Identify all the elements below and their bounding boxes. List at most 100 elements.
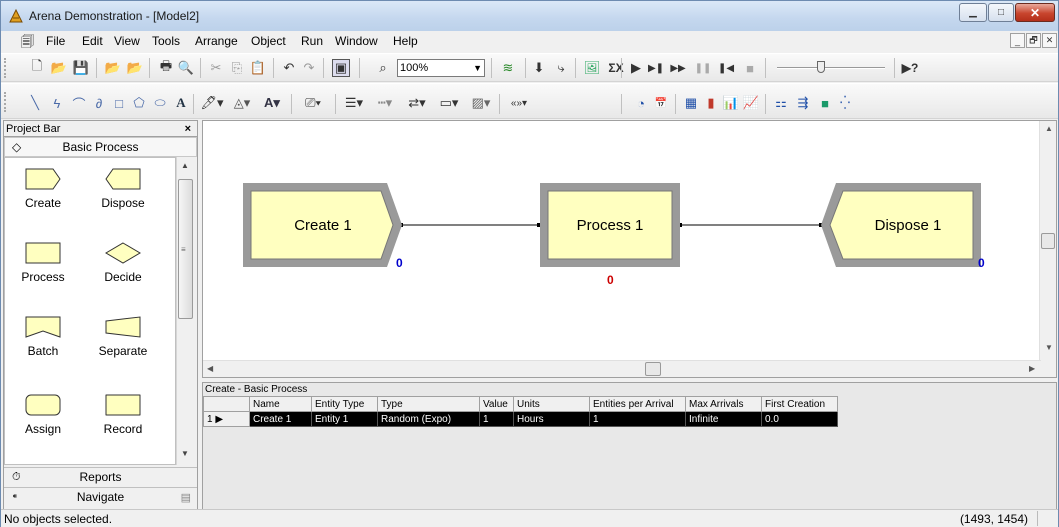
resource-icon[interactable]: ■: [817, 94, 833, 112]
run-fast-forward-icon[interactable]: ▶▶: [670, 59, 685, 77]
menu-run[interactable]: Run: [301, 34, 323, 48]
mdi-restore-button[interactable]: 🗗: [1026, 33, 1041, 48]
module-record[interactable]: Record: [88, 394, 158, 436]
cell-name[interactable]: Create 1: [249, 411, 312, 427]
panel-basic-process[interactable]: ◇ Basic Process: [4, 137, 197, 157]
box-icon[interactable]: □: [111, 94, 127, 112]
line-style-icon[interactable]: ┅▾: [371, 94, 399, 112]
navigate-view-icon[interactable]: ▤: [181, 489, 191, 508]
mdi-minimize-button[interactable]: _: [1010, 33, 1025, 48]
scroll-down-icon[interactable]: ▼: [181, 449, 189, 458]
bezier-icon[interactable]: ∂: [91, 94, 107, 112]
menu-edit[interactable]: Edit: [82, 34, 103, 48]
minimize-button[interactable]: ▁: [959, 3, 987, 22]
run-end-icon[interactable]: ■: [743, 59, 757, 77]
vertical-scroll-thumb[interactable]: [1041, 233, 1055, 249]
column-header[interactable]: Value: [479, 396, 514, 412]
save-icon[interactable]: 💾: [73, 59, 89, 77]
layers-stack-icon[interactable]: ≋: [499, 59, 517, 77]
scroll-left-icon[interactable]: ◀: [207, 364, 213, 373]
connect-icon[interactable]: ⤷: [553, 59, 569, 77]
polygon-icon[interactable]: ⬠: [131, 94, 147, 112]
table-row[interactable]: 1 ▶ Create 1 Entity 1 Random (Expo) 1 Ho…: [203, 411, 838, 427]
canvas-horizontal-scrollbar[interactable]: ◀ ▶: [203, 360, 1041, 377]
column-header[interactable]: Type: [377, 396, 480, 412]
run-step-icon[interactable]: ▶❚: [648, 59, 664, 77]
template-detach-icon[interactable]: 📂: [127, 59, 143, 77]
open-folder-icon[interactable]: 📂: [51, 59, 67, 77]
text-color-icon[interactable]: A▾: [259, 94, 285, 112]
menu-window[interactable]: Window: [335, 34, 378, 48]
copy-icon[interactable]: ⎘: [229, 59, 245, 77]
cell-entity-type[interactable]: Entity 1: [311, 411, 378, 427]
paste-icon[interactable]: 📋: [250, 59, 266, 77]
module-separate[interactable]: Separate: [88, 316, 158, 358]
line-width-icon[interactable]: ☰▾: [341, 94, 367, 112]
global-picture-icon[interactable]: ⁛: [837, 94, 853, 112]
plot-icon[interactable]: 📈: [743, 94, 759, 112]
window-background-color-icon[interactable]: ⎚▾: [299, 94, 327, 112]
run-pause-icon[interactable]: ❚❚: [695, 59, 712, 77]
fill-color-icon[interactable]: ◬▾: [229, 94, 255, 112]
cell-entities-per-arrival[interactable]: 1: [589, 411, 686, 427]
corner-cell[interactable]: [203, 396, 250, 412]
model-canvas[interactable]: Create 1 Process 1 Dispose 1 0 0 0 ▲ ▼ ◀…: [202, 120, 1057, 378]
variable-icon[interactable]: ▦: [683, 94, 699, 112]
module-create[interactable]: Create: [8, 168, 78, 210]
toolbar-grip[interactable]: [4, 92, 8, 112]
cell-first-creation[interactable]: 0.0: [761, 411, 838, 427]
menu-view[interactable]: View: [114, 34, 140, 48]
zoom-select[interactable]: 100% ▼: [397, 59, 485, 77]
module-dispose[interactable]: Dispose: [88, 168, 158, 210]
module-decide[interactable]: Decide: [88, 242, 158, 284]
animation-speed-slider[interactable]: [777, 61, 885, 75]
zoom-icon[interactable]: ⌕: [375, 59, 391, 77]
layers-icon[interactable]: ▣: [332, 59, 350, 77]
queue-icon[interactable]: ⚏: [773, 94, 789, 112]
cell-type[interactable]: Random (Expo): [377, 411, 480, 427]
panel-reports[interactable]: ⏱ Reports: [4, 467, 197, 487]
module-assign[interactable]: Assign: [8, 394, 78, 436]
fill-pattern-icon[interactable]: ▨▾: [467, 94, 495, 112]
script-icon[interactable]: ΣX: [605, 59, 627, 77]
line-pattern-icon[interactable]: ▭▾: [435, 94, 463, 112]
canvas-vertical-scrollbar[interactable]: ▲ ▼: [1039, 121, 1056, 377]
submodel-down-icon[interactable]: ⬇: [531, 59, 547, 77]
line-icon[interactable]: ╲: [27, 94, 43, 112]
text-icon[interactable]: A: [173, 94, 189, 112]
maximize-button[interactable]: □: [988, 3, 1014, 22]
print-icon[interactable]: 🖶: [158, 58, 174, 77]
column-header[interactable]: Max Arrivals: [685, 396, 762, 412]
palette-scrollbar[interactable]: ▲ ≡ ▼: [176, 157, 194, 465]
new-file-icon[interactable]: 🗋: [29, 58, 45, 77]
menu-file[interactable]: File: [46, 34, 65, 48]
show-dimensions-icon[interactable]: «»▾: [505, 94, 533, 112]
cell-units[interactable]: Hours: [513, 411, 590, 427]
horizontal-scroll-thumb[interactable]: [645, 362, 661, 376]
undo-icon[interactable]: ↶: [281, 59, 297, 77]
close-button[interactable]: ✕: [1015, 3, 1055, 22]
cell-max-arrivals[interactable]: Infinite: [685, 411, 762, 427]
scroll-up-icon[interactable]: ▲: [181, 161, 189, 170]
menu-tools[interactable]: Tools: [152, 34, 180, 48]
menu-arrange[interactable]: Arrange: [195, 34, 238, 48]
toolbar-grip[interactable]: [4, 58, 8, 78]
polyline-icon[interactable]: ϟ: [49, 94, 65, 112]
redo-icon[interactable]: ↷: [301, 59, 317, 77]
level-icon[interactable]: ▮: [703, 94, 719, 112]
histogram-icon[interactable]: 📊: [723, 94, 739, 112]
arrow-style-icon[interactable]: ⇄▾: [403, 94, 431, 112]
run-go-icon[interactable]: ▶: [629, 59, 643, 77]
scroll-right-icon[interactable]: ▶: [1029, 364, 1035, 373]
ellipse-icon[interactable]: ⬭: [152, 94, 168, 112]
scroll-down-icon[interactable]: ▼: [1045, 343, 1053, 352]
context-help-icon[interactable]: ▶?: [901, 59, 919, 77]
column-header[interactable]: Name: [249, 396, 312, 412]
module-process[interactable]: Process: [8, 242, 78, 284]
panel-navigate[interactable]: ⁌ Navigate ▤: [4, 487, 197, 507]
column-header[interactable]: Entities per Arrival: [589, 396, 686, 412]
storage-icon[interactable]: ⇶: [795, 94, 811, 112]
scroll-up-icon[interactable]: ▲: [1045, 124, 1053, 133]
module-batch[interactable]: Batch: [8, 316, 78, 358]
line-color-icon[interactable]: 🖊▾: [199, 94, 225, 112]
